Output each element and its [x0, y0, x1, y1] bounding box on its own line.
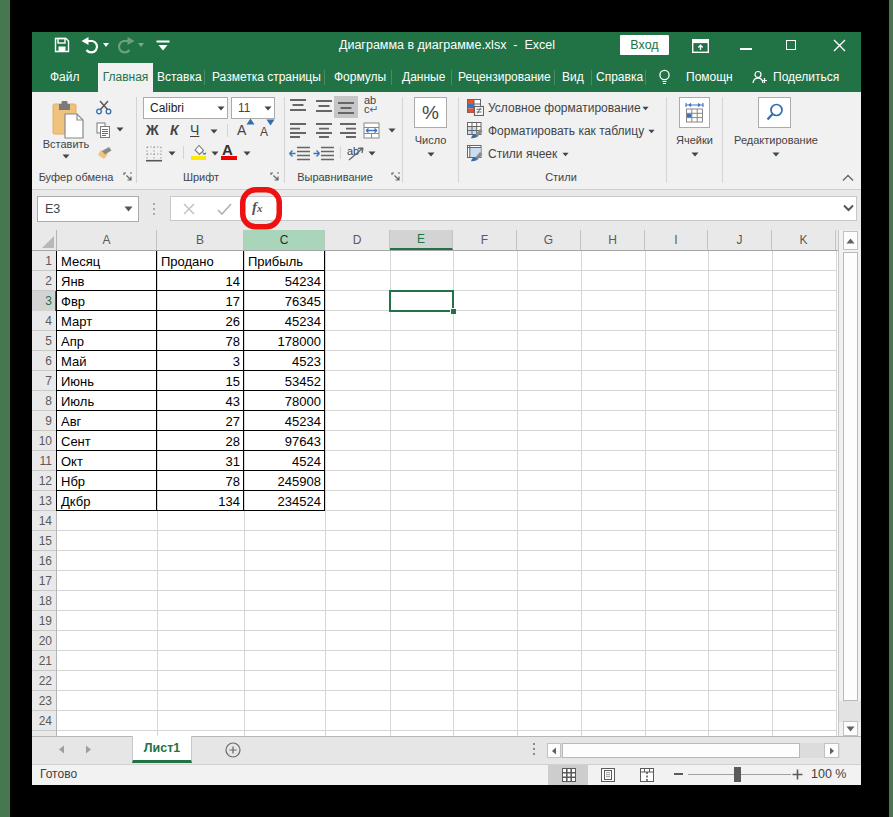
svg-text:ab: ab: [347, 145, 359, 157]
